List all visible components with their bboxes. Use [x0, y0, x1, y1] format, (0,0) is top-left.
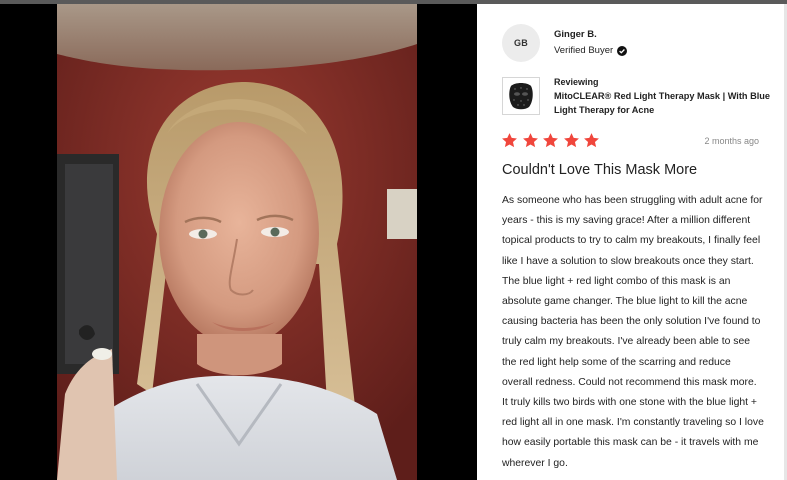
selfie-image	[57, 4, 417, 480]
star-icon	[502, 133, 517, 148]
author-name: Ginger B.	[554, 29, 597, 40]
verified-badge: Verified Buyer	[554, 45, 628, 56]
star-icon	[563, 133, 579, 148]
rating-row: 2 months ago	[501, 132, 759, 149]
reviewed-product[interactable]: Reviewing MitoCLEAR® Red Light Therapy M…	[502, 77, 774, 117]
review-title: Couldn't Love This Mask More	[502, 162, 698, 178]
author-block: GB Ginger B. Verified Buyer	[502, 24, 628, 62]
check-circle-icon	[617, 45, 628, 56]
product-meta: Reviewing MitoCLEAR® Red Light Therapy M…	[554, 77, 774, 117]
reviewing-label: Reviewing	[554, 77, 599, 87]
star-icon	[584, 133, 599, 148]
star-rating	[501, 132, 604, 149]
review-body: As someone who has been struggling with …	[502, 195, 764, 469]
verified-label: Verified Buyer	[554, 45, 614, 56]
review-photo[interactable]	[57, 4, 417, 480]
review-date: 2 months ago	[704, 135, 759, 146]
star-icon	[543, 133, 558, 148]
author-meta: Ginger B. Verified Buyer	[554, 29, 628, 56]
avatar: GB	[502, 24, 540, 62]
led-mask-thumbnail	[509, 83, 533, 110]
star-icon	[522, 133, 538, 148]
product-name-link[interactable]: MitoCLEAR® Red Light Therapy Mask | With…	[554, 89, 774, 117]
review-panel: GB Ginger B. Verified Buyer Reviewing Mi…	[477, 4, 787, 480]
review-modal: GB Ginger B. Verified Buyer Reviewing Mi…	[0, 0, 787, 480]
product-thumbnail[interactable]	[502, 77, 540, 115]
